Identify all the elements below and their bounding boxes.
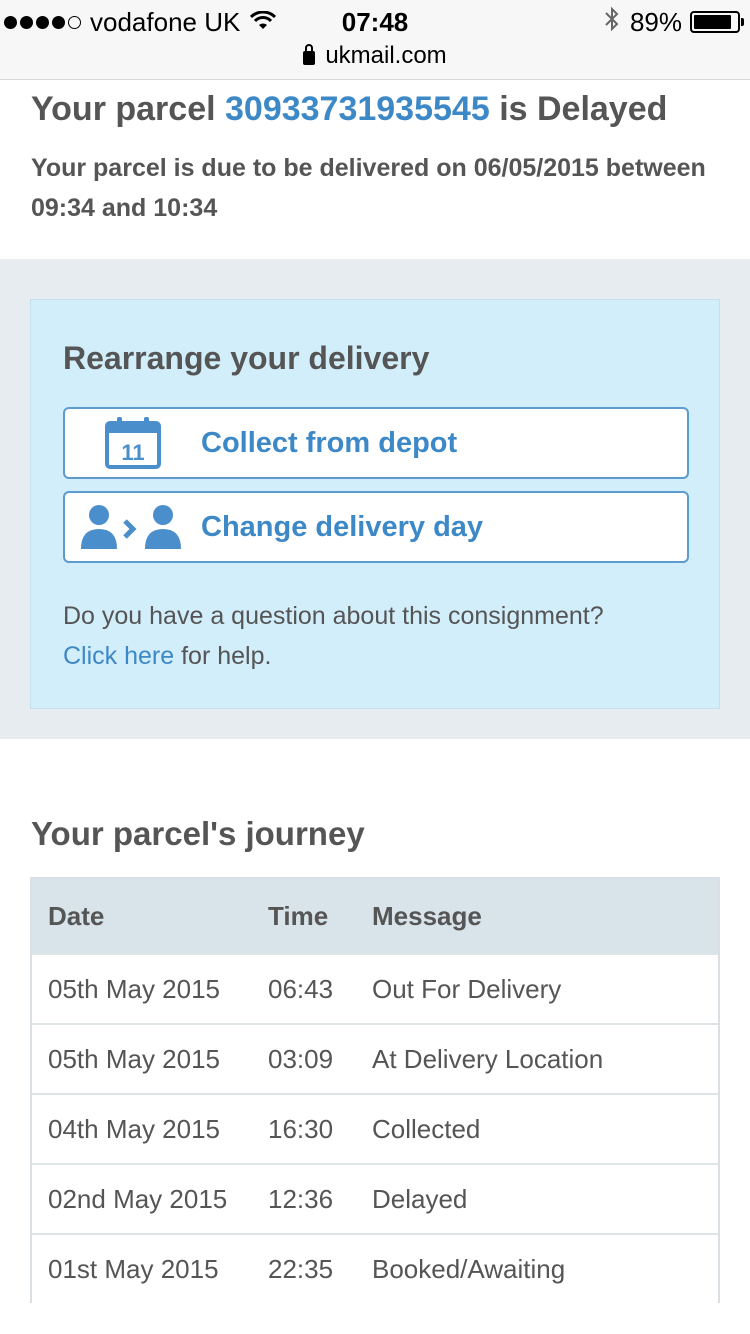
table-row: 04th May 2015 16:30 Collected (32, 1093, 718, 1163)
parcel-number: 30933731935545 (225, 90, 490, 128)
page-title: Your parcel 30933731935545 is Delayed (31, 88, 731, 130)
row-message: Collected (372, 1114, 481, 1144)
parcel-header: Your parcel 30933731935545 is Delayed Yo… (31, 88, 731, 228)
row-date: 05th May 2015 (48, 974, 221, 1004)
column-header-message: Message (372, 901, 482, 931)
status-bar: vodafone UK 07:48 89% ukmail.com (0, 0, 750, 80)
help-link[interactable]: Click here (63, 642, 174, 670)
row-time: 16:30 (268, 1114, 334, 1144)
collect-from-depot-button[interactable]: 11 Collect from depot (63, 407, 689, 479)
lock-icon (303, 44, 316, 65)
table-row: 02nd May 2015 12:36 Delayed (32, 1163, 718, 1233)
table-row: 01st May 2015 22:35 Booked/Awaiting (32, 1233, 718, 1303)
calendar-day-number: 11 (121, 440, 144, 465)
rearrange-panel: Rearrange your delivery 11 Collect from … (30, 299, 720, 709)
title-prefix: Your parcel (31, 90, 216, 128)
row-message: Out For Delivery (372, 974, 562, 1004)
change-delivery-day-label: Change delivery day (201, 510, 484, 543)
change-delivery-day-button[interactable]: Change delivery day (63, 491, 689, 563)
rearrange-title: Rearrange your delivery (63, 340, 430, 376)
url-text: ukmail.com (325, 42, 447, 69)
column-header-date: Date (48, 901, 105, 931)
battery-icon (690, 11, 744, 33)
table-row: 05th May 2015 06:43 Out For Delivery (32, 953, 718, 1023)
row-message: Delayed (372, 1184, 468, 1214)
table-header-row: Date Time Message (32, 879, 718, 953)
bluetooth-icon (604, 6, 620, 39)
column-header-time: Time (268, 901, 329, 931)
row-time: 03:09 (268, 1044, 334, 1074)
person-transfer-icon (65, 493, 201, 561)
row-time: 12:36 (268, 1184, 334, 1214)
status-right: 89% (604, 6, 744, 39)
battery-percent: 89% (629, 6, 682, 37)
row-message: At Delivery Location (372, 1044, 604, 1074)
calendar-icon: 11 (65, 409, 201, 477)
title-suffix: is Delayed (499, 90, 668, 128)
journey-table: Date Time Message 05th May 2015 06:43 Ou… (30, 877, 720, 1303)
rearrange-section: Rearrange your delivery 11 Collect from … (0, 259, 750, 739)
row-message: Booked/Awaiting (372, 1254, 566, 1284)
help-text: Do you have a question about this consig… (63, 596, 703, 676)
row-date: 05th May 2015 (48, 1044, 221, 1074)
row-date: 04th May 2015 (48, 1114, 221, 1144)
question-text: Do you have a question about this consig… (63, 602, 604, 630)
address-bar[interactable]: ukmail.com (0, 40, 750, 72)
delivery-due-text: Your parcel is due to be delivered on 06… (31, 154, 706, 222)
table-row: 05th May 2015 03:09 At Delivery Location (32, 1023, 718, 1093)
collect-from-depot-label: Collect from depot (201, 426, 458, 459)
row-time: 22:35 (268, 1254, 334, 1284)
row-time: 06:43 (268, 974, 334, 1004)
journey-title: Your parcel's journey (31, 815, 365, 852)
row-date: 01st May 2015 (48, 1254, 219, 1284)
row-date: 02nd May 2015 (48, 1184, 228, 1214)
help-suffix: for help. (181, 642, 272, 670)
